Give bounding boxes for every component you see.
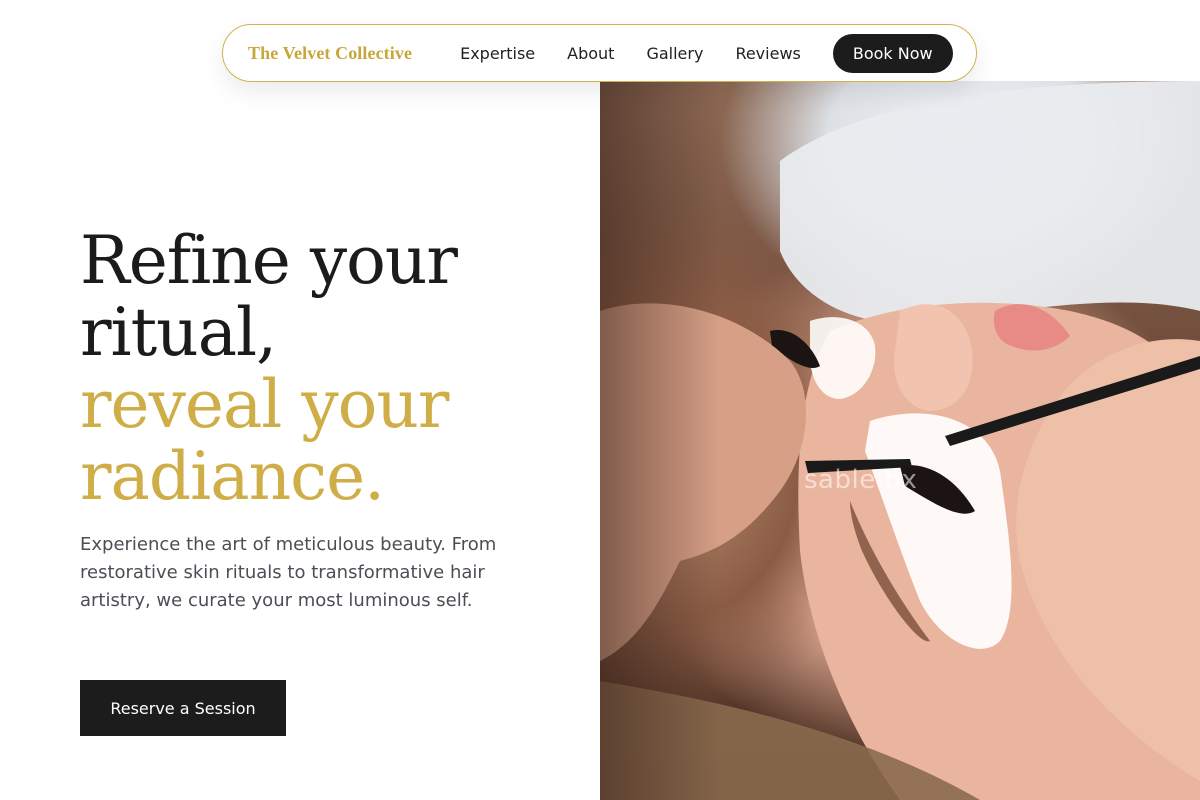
image-watermark: sable.bx	[804, 465, 918, 495]
hero-copy: Refine your ritual, reveal your radiance…	[80, 225, 580, 615]
book-now-button[interactable]: Book Now	[832, 33, 953, 73]
nav-link-expertise[interactable]: Expertise	[460, 44, 535, 63]
hero-photo-illustration	[600, 81, 1200, 800]
page: The Velvet Collective Expertise About Ga…	[0, 0, 1200, 800]
reserve-session-button[interactable]: Reserve a Session	[80, 680, 286, 736]
nav-link-gallery[interactable]: Gallery	[646, 44, 703, 63]
top-navigation: The Velvet Collective Expertise About Ga…	[222, 24, 977, 82]
nav-link-about[interactable]: About	[567, 44, 614, 63]
hero-subtext: Experience the art of meticulous beauty.…	[80, 534, 497, 611]
nav-links: Expertise About Gallery Reviews	[460, 44, 801, 63]
headline-line-2: ritual,	[80, 294, 277, 371]
hero-image-lash-treatment: sable.bx	[600, 81, 1200, 800]
nav-link-reviews[interactable]: Reviews	[735, 44, 800, 63]
headline-line-4: radiance.	[80, 438, 385, 515]
hero-headline: Refine your ritual, reveal your radiance…	[80, 225, 580, 513]
headline-line-3: reveal your	[80, 366, 449, 443]
headline-line-1: Refine your	[80, 222, 458, 299]
brand-logo[interactable]: The Velvet Collective	[248, 43, 412, 64]
